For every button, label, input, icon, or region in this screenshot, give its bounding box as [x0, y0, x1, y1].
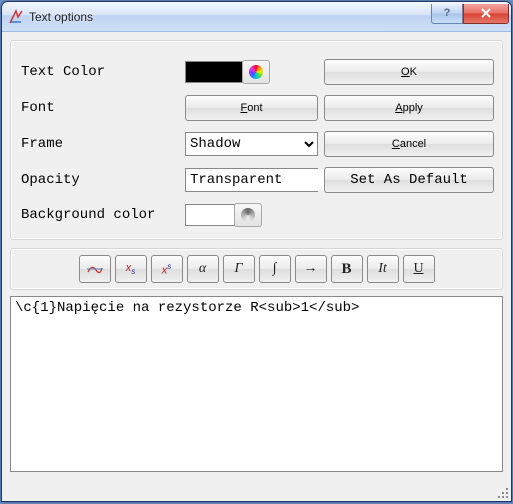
bold-button[interactable]: B — [331, 255, 363, 283]
app-icon — [8, 9, 24, 25]
apply-button[interactable]: Apply — [324, 95, 494, 121]
client-area: Text Color OK Font Font Apply Frame Shad… — [2, 32, 511, 501]
titlebar[interactable]: Text options ? — [2, 2, 511, 32]
curve-tool-button[interactable] — [79, 255, 111, 283]
options-group: Text Color OK Font Font Apply Frame Shad… — [10, 40, 503, 240]
ok-button[interactable]: OK — [324, 59, 494, 85]
text-color-picker-button[interactable] — [242, 60, 270, 84]
superscript-button[interactable]: xs — [151, 255, 183, 283]
color-wheel-grey-icon — [241, 208, 255, 222]
format-toolbar: xs xs α Γ ∫ → B It U — [10, 248, 503, 290]
text-color-swatch[interactable] — [185, 61, 243, 83]
underline-button[interactable]: U — [403, 255, 435, 283]
label-text-color: Text Color — [21, 64, 181, 80]
dialog-window: Text options ? Text Color OK Font — [1, 1, 512, 502]
font-button[interactable]: Font — [185, 95, 318, 121]
integral-button[interactable]: ∫ — [259, 255, 291, 283]
greek-lower-button[interactable]: α — [187, 255, 219, 283]
greek-upper-button[interactable]: Γ — [223, 255, 255, 283]
subscript-button[interactable]: xs — [115, 255, 147, 283]
window-title: Text options — [29, 10, 431, 24]
label-bgcolor: Background color — [21, 207, 181, 223]
help-button[interactable]: ? — [431, 4, 463, 24]
label-opacity: Opacity — [21, 172, 181, 188]
label-font: Font — [21, 100, 181, 116]
frame-select[interactable]: Shadow — [185, 132, 318, 156]
color-wheel-icon — [249, 65, 263, 79]
bg-color-picker-button[interactable] — [234, 203, 262, 227]
bg-color-swatch[interactable] — [185, 204, 235, 226]
arrow-button[interactable]: → — [295, 255, 327, 283]
italic-button[interactable]: It — [367, 255, 399, 283]
resize-grip-icon[interactable] — [495, 485, 509, 499]
label-frame: Frame — [21, 136, 181, 152]
opacity-spinner[interactable]: ▲ ▼ — [185, 168, 318, 192]
close-button[interactable] — [463, 4, 509, 24]
text-editor[interactable] — [10, 296, 503, 472]
cancel-button[interactable]: Cancel — [324, 131, 494, 157]
set-default-button[interactable]: Set As Default — [324, 167, 494, 193]
